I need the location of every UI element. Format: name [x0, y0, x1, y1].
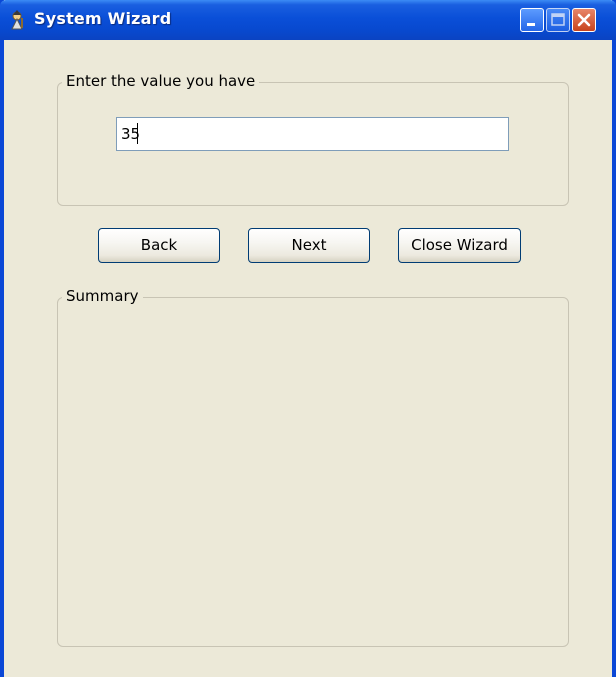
close-wizard-button[interactable]: Close Wizard	[398, 228, 521, 263]
minimize-button[interactable]	[520, 8, 544, 32]
wizard-app-icon	[11, 10, 23, 30]
value-group-label: Enter the value you have	[62, 72, 260, 90]
close-window-button[interactable]	[572, 8, 596, 32]
maximize-icon	[551, 13, 565, 26]
value-input[interactable]	[116, 117, 509, 151]
text-caret	[137, 123, 138, 144]
summary-group-label: Summary	[62, 287, 143, 305]
maximize-button[interactable]	[546, 8, 570, 32]
minimize-icon	[527, 23, 535, 26]
window-title: System Wizard	[34, 9, 172, 28]
back-button[interactable]: Back	[98, 228, 220, 263]
close-icon	[577, 13, 591, 27]
summary-groupbox	[57, 297, 569, 647]
next-button[interactable]: Next	[248, 228, 370, 263]
title-bar[interactable]: System Wizard	[0, 0, 616, 40]
